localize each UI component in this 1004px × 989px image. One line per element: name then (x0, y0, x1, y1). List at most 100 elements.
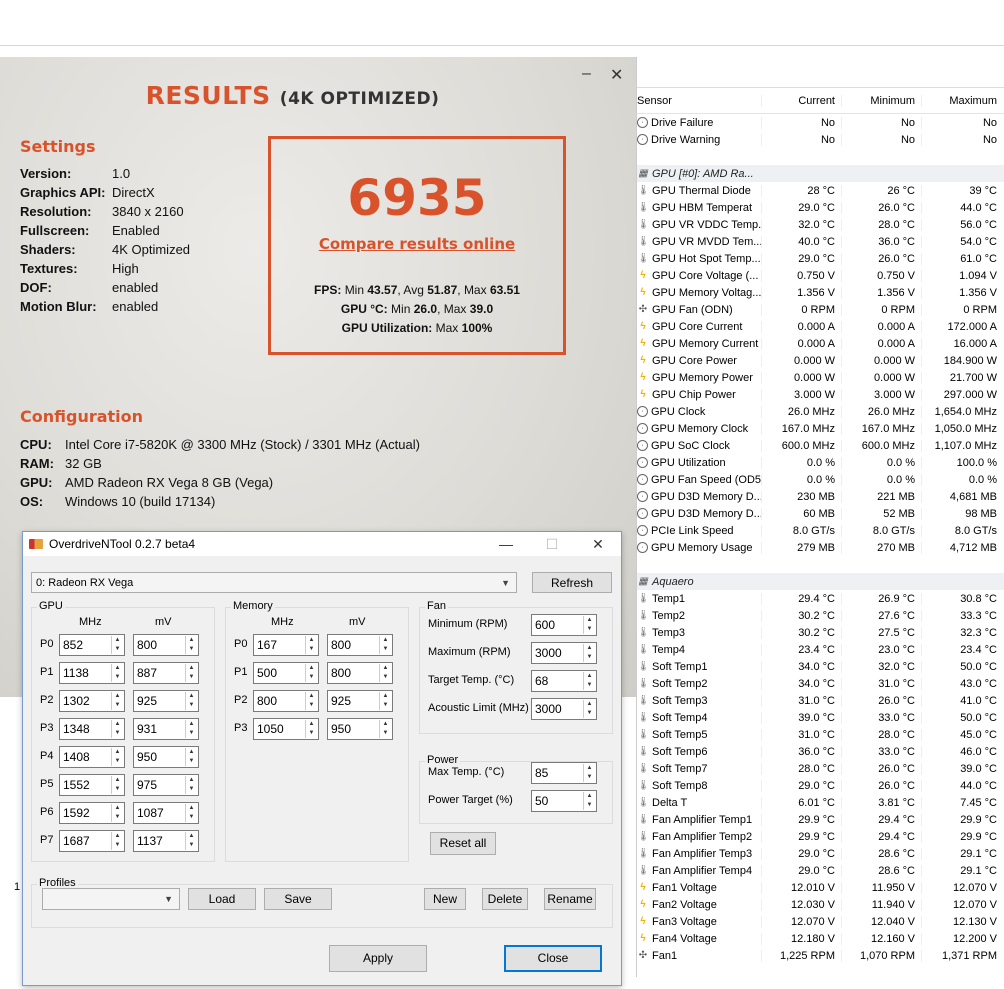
spin-arrows-icon[interactable]: ▲ ▼ (111, 748, 123, 766)
close-icon[interactable]: ✕ (610, 65, 623, 85)
sensor-row[interactable]: 🌡 Soft Temp3 31.0 °C 26.0 °C 41.0 °C (637, 692, 1004, 709)
sensor-row[interactable]: · GPU Memory Clock 167.0 MHz 167.0 MHz 1,050… (637, 420, 1004, 437)
delete-profile-button[interactable]: Delete (482, 888, 528, 910)
spin-arrows-icon[interactable]: ▲ ▼ (111, 636, 123, 654)
col-current[interactable]: Current (761, 94, 841, 107)
profile-select[interactable]: ▼ (42, 888, 180, 910)
reset-all-button[interactable]: Reset all (430, 832, 496, 855)
sensor-row[interactable]: 🌡 GPU Thermal Diode 28 °C 26 °C 39 °C (637, 182, 1004, 199)
save-button[interactable]: Save (264, 888, 332, 910)
close-button[interactable]: Close (504, 945, 602, 972)
sensor-row[interactable]: 🌡 Temp3 30.2 °C 27.5 °C 32.3 °C (637, 624, 1004, 641)
sensor-row[interactable]: 🌡 Fan Amplifier Temp1 29.9 °C 29.4 °C 29.9 °… (637, 811, 1004, 828)
mem-mv-input[interactable]: 925 ▲ ▼ (327, 690, 393, 712)
gpu-mv-input[interactable]: 800 ▲ ▼ (133, 634, 199, 656)
gpu-mhz-input[interactable]: 1592 ▲ ▼ (59, 802, 125, 824)
sensor-row[interactable]: · GPU D3D Memory D... 230 MB 221 MB 4,681 MB (637, 488, 1004, 505)
gpu-mhz-input[interactable]: 852 ▲ ▼ (59, 634, 125, 656)
gpu-mv-input[interactable]: 1137 ▲ ▼ (133, 830, 199, 852)
sensor-row[interactable]: ϟ GPU Core Current 0.000 A 0.000 A 172.000 A (637, 318, 1004, 335)
mem-mhz-input[interactable]: 1050 ▲ ▼ (253, 718, 319, 740)
maximize-button[interactable]: ☐ (529, 536, 575, 553)
minimize-icon[interactable]: – (582, 65, 591, 83)
sensor-row[interactable]: 🌡 Temp1 29.4 °C 26.9 °C 30.8 °C (637, 590, 1004, 607)
spin-arrows-icon[interactable]: ▲ ▼ (379, 636, 391, 654)
spin-arrows-icon[interactable]: ▲ ▼ (305, 720, 317, 738)
fan-input[interactable]: 600 ▲ ▼ (531, 614, 597, 636)
apply-button[interactable]: Apply (329, 945, 427, 972)
col-minimum[interactable]: Minimum (841, 94, 921, 107)
spin-arrows-icon[interactable]: ▲ ▼ (185, 636, 197, 654)
gpu-mv-input[interactable]: 931 ▲ ▼ (133, 718, 199, 740)
spin-arrows-icon[interactable]: ▲ ▼ (583, 792, 595, 810)
sensor-row[interactable]: · GPU Utilization 0.0 % 0.0 % 100.0 % (637, 454, 1004, 471)
mem-mhz-input[interactable]: 500 ▲ ▼ (253, 662, 319, 684)
minimize-button[interactable]: — (483, 536, 529, 553)
fan-input[interactable]: 3000 ▲ ▼ (531, 698, 597, 720)
sensor-row[interactable]: 🌡 GPU Hot Spot Temp... 29.0 °C 26.0 °C 61.0 … (637, 250, 1004, 267)
fan-input[interactable]: 3000 ▲ ▼ (531, 642, 597, 664)
gpu-mv-input[interactable]: 925 ▲ ▼ (133, 690, 199, 712)
sensor-row[interactable] (637, 556, 1004, 573)
sensor-row[interactable]: 🌡 GPU VR MVDD Tem... 40.0 °C 36.0 °C 54.0 °C (637, 233, 1004, 250)
sensor-row[interactable]: 🌡 Soft Temp4 39.0 °C 33.0 °C 50.0 °C (637, 709, 1004, 726)
sensor-row[interactable]: 🌡 Soft Temp2 34.0 °C 31.0 °C 43.0 °C (637, 675, 1004, 692)
sensor-row[interactable]: 🌡 Soft Temp7 28.0 °C 26.0 °C 39.0 °C (637, 760, 1004, 777)
refresh-button[interactable]: Refresh (532, 572, 612, 593)
spin-arrows-icon[interactable]: ▲ ▼ (583, 672, 595, 690)
gpu-mhz-input[interactable]: 1302 ▲ ▼ (59, 690, 125, 712)
sensor-row[interactable]: 🌡 Delta T 6.01 °C 3.81 °C 7.45 °C (637, 794, 1004, 811)
col-maximum[interactable]: Maximum (921, 94, 1003, 107)
col-sensor[interactable]: Sensor (637, 95, 761, 107)
sensor-row[interactable]: · GPU Memory Usage 279 MB 270 MB 4,712 MB (637, 539, 1004, 556)
gpu-mhz-input[interactable]: 1408 ▲ ▼ (59, 746, 125, 768)
mem-mhz-input[interactable]: 167 ▲ ▼ (253, 634, 319, 656)
sensor-row[interactable] (637, 148, 1004, 165)
spin-arrows-icon[interactable]: ▲ ▼ (111, 804, 123, 822)
mem-mhz-input[interactable]: 800 ▲ ▼ (253, 690, 319, 712)
spin-arrows-icon[interactable]: ▲ ▼ (111, 832, 123, 850)
spin-arrows-icon[interactable]: ▲ ▼ (185, 720, 197, 738)
mem-mv-input[interactable]: 800 ▲ ▼ (327, 634, 393, 656)
sensor-row[interactable]: ✣ GPU Fan (ODN) 0 RPM 0 RPM 0 RPM (637, 301, 1004, 318)
spin-arrows-icon[interactable]: ▲ ▼ (583, 616, 595, 634)
spin-arrows-icon[interactable]: ▲ ▼ (305, 664, 317, 682)
sensor-row[interactable]: 🌡 Soft Temp6 36.0 °C 33.0 °C 46.0 °C (637, 743, 1004, 760)
spin-arrows-icon[interactable]: ▲ ▼ (111, 664, 123, 682)
spin-arrows-icon[interactable]: ▲ ▼ (583, 644, 595, 662)
sensor-group-row[interactable]: ▦ Aquaero (637, 573, 1004, 590)
gpu-mhz-input[interactable]: 1687 ▲ ▼ (59, 830, 125, 852)
sensor-group-row[interactable]: ▦ GPU [#0]: AMD Ra... (637, 165, 1004, 182)
sensor-row[interactable]: 🌡 Temp2 30.2 °C 27.6 °C 33.3 °C (637, 607, 1004, 624)
sensor-row[interactable]: ϟ GPU Core Voltage (... 0.750 V 0.750 V 1.09… (637, 267, 1004, 284)
sensor-row[interactable]: 🌡 GPU VR VDDC Temp... 32.0 °C 28.0 °C 56.0 °… (637, 216, 1004, 233)
device-select[interactable]: 0: Radeon RX Vega ▼ (31, 572, 517, 593)
sensor-row[interactable]: 🌡 Soft Temp8 29.0 °C 26.0 °C 44.0 °C (637, 777, 1004, 794)
spin-arrows-icon[interactable]: ▲ ▼ (583, 700, 595, 718)
fan-input[interactable]: 68 ▲ ▼ (531, 670, 597, 692)
mem-mv-input[interactable]: 800 ▲ ▼ (327, 662, 393, 684)
sensor-row[interactable]: ϟ GPU Memory Power 0.000 W 0.000 W 21.700 W (637, 369, 1004, 386)
gpu-mhz-input[interactable]: 1552 ▲ ▼ (59, 774, 125, 796)
sensor-row[interactable]: · Drive Failure No No No (637, 114, 1004, 131)
spin-arrows-icon[interactable]: ▲ ▼ (185, 748, 197, 766)
sensor-row[interactable]: · GPU D3D Memory D... 60 MB 52 MB 98 MB (637, 505, 1004, 522)
sensor-row[interactable]: · GPU Clock 26.0 MHz 26.0 MHz 1,654.0 MHz (637, 403, 1004, 420)
sensor-row[interactable]: 🌡 Fan Amplifier Temp2 29.9 °C 29.4 °C 29.9 °… (637, 828, 1004, 845)
spin-arrows-icon[interactable]: ▲ ▼ (379, 692, 391, 710)
spin-arrows-icon[interactable]: ▲ ▼ (111, 692, 123, 710)
gpu-mhz-input[interactable]: 1138 ▲ ▼ (59, 662, 125, 684)
new-profile-button[interactable]: New (424, 888, 466, 910)
sensor-row[interactable]: 🌡 Soft Temp1 34.0 °C 32.0 °C 50.0 °C (637, 658, 1004, 675)
gpu-mv-input[interactable]: 975 ▲ ▼ (133, 774, 199, 796)
gpu-mv-input[interactable]: 1087 ▲ ▼ (133, 802, 199, 824)
sensor-row[interactable]: ϟ Fan3 Voltage 12.070 V 12.040 V 12.130 V (637, 913, 1004, 930)
spin-arrows-icon[interactable]: ▲ ▼ (185, 692, 197, 710)
sensor-row[interactable]: · GPU Fan Speed (OD5) 0.0 % 0.0 % 0.0 % (637, 471, 1004, 488)
sensor-row[interactable]: ϟ GPU Core Power 0.000 W 0.000 W 184.900 W (637, 352, 1004, 369)
spin-arrows-icon[interactable]: ▲ ▼ (305, 692, 317, 710)
gpu-mv-input[interactable]: 950 ▲ ▼ (133, 746, 199, 768)
gpu-mv-input[interactable]: 887 ▲ ▼ (133, 662, 199, 684)
sensor-row[interactable]: ✣ Fan1 1,225 RPM 1,070 RPM 1,371 RPM (637, 947, 1004, 964)
sensor-row[interactable]: ϟ Fan1 Voltage 12.010 V 11.950 V 12.070 V (637, 879, 1004, 896)
